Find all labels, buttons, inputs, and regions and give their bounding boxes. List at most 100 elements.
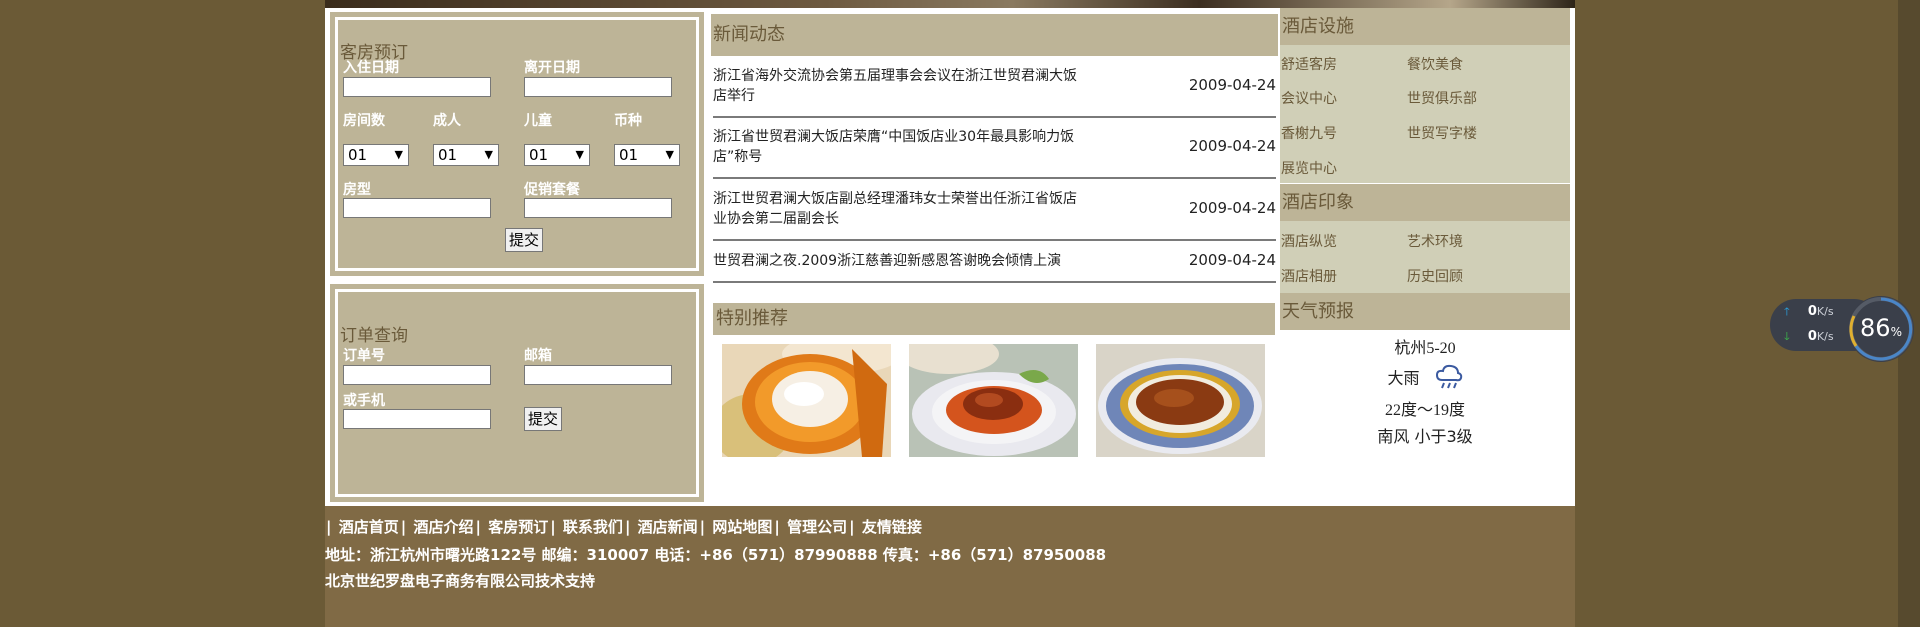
footer-link-contact[interactable]: 联系我们: [563, 518, 623, 536]
checkout-date-input[interactable]: [524, 77, 672, 97]
impression-link[interactable]: 酒店相册: [1281, 266, 1337, 286]
news-date: 2009-04-24: [1188, 199, 1276, 217]
currency-select[interactable]: 01 ▼: [614, 144, 680, 166]
promo-input[interactable]: [524, 198, 672, 218]
chevron-down-icon: ▼: [484, 148, 493, 161]
email-input[interactable]: [524, 365, 672, 385]
adults-select-value: 01: [438, 146, 458, 164]
impression-link[interactable]: 酒店纵览: [1281, 231, 1337, 251]
recommend-photo-soup[interactable]: [1096, 344, 1265, 457]
footer-link-news[interactable]: 酒店新闻: [638, 518, 698, 536]
weather-wind: 南风 小于3级: [1377, 427, 1473, 446]
rooms-select[interactable]: 01 ▼: [343, 144, 409, 166]
chevron-down-icon: ▼: [665, 148, 674, 161]
footer-address: 地址：浙江杭州市曙光路122号 邮编：310007 电话：+86（571）879…: [325, 546, 1107, 564]
usage-gauge: 86%: [1846, 294, 1916, 364]
facility-link[interactable]: 香榭九号: [1281, 123, 1337, 143]
upload-row: 🡑 0K/s: [1784, 303, 1834, 322]
news-item[interactable]: 世贸君澜之夜.2009浙江慈善迎新感恩答谢晚会倾情上演 2009-04-24: [713, 249, 1276, 283]
children-label: 儿童: [524, 113, 552, 129]
impression-link[interactable]: 艺术环境: [1407, 231, 1463, 251]
weather-condition-row: 大雨: [1282, 364, 1568, 394]
order-no-input[interactable]: [343, 365, 491, 385]
news-date: 2009-04-24: [1188, 76, 1276, 94]
facility-link[interactable]: 世贸写字楼: [1407, 123, 1477, 143]
facility-link[interactable]: 世贸俱乐部: [1407, 88, 1477, 108]
footer-separator: |: [624, 518, 631, 536]
chevron-down-icon: ▼: [575, 148, 584, 161]
download-speed: 0: [1807, 329, 1817, 344]
footer-separator: |: [550, 518, 556, 536]
hotel-page: 客房预订 入住日期 离开日期 房间数 成人 儿童 币种 01 ▼ 01 ▼ 01 ▼ …: [325, 0, 1575, 627]
news-title[interactable]: 世贸君澜之夜.2009浙江慈善迎新感恩答谢晚会倾情上演: [713, 251, 1113, 271]
footer-link-booking[interactable]: 客房预订: [488, 518, 548, 536]
order-no-label: 订单号: [343, 348, 385, 364]
recommend-photo-papaya[interactable]: [722, 344, 891, 457]
impression-link[interactable]: 历史回顾: [1407, 266, 1463, 286]
weather-condition: 大雨: [1387, 368, 1420, 388]
footer-link-about[interactable]: 酒店介绍: [413, 518, 473, 536]
upload-arrow-icon: 🡑: [1784, 305, 1790, 318]
news-title[interactable]: 浙江省海外交流协会第五届理事会会议在浙江世贸君澜大饭店举行: [713, 66, 1083, 106]
weather-header: 天气预报: [1280, 293, 1570, 330]
rain-cloud-icon: [1435, 364, 1463, 394]
recommend-header: 特别推荐: [713, 303, 1275, 335]
download-row: 🡓 0K/s: [1784, 328, 1834, 347]
facility-link[interactable]: 舒适客房: [1281, 54, 1337, 74]
rooms-select-value: 01: [348, 146, 368, 164]
facility-link[interactable]: 展览中心: [1281, 158, 1337, 178]
usage-percent-sign: %: [1890, 325, 1902, 339]
footer-support: 北京世纪罗盘电子商务有限公司技术支持: [325, 572, 596, 590]
email-label: 邮箱: [524, 348, 552, 364]
facilities-header: 酒店设施: [1280, 8, 1570, 45]
order-query-panel: 订单查询 订单号 邮箱 或手机 提交: [330, 284, 704, 502]
page-footer: | 酒店首页 | 酒店介绍 | 客房预订 | 联系我们 | 酒店新闻 | 网站地图 | 管理…: [325, 506, 1575, 627]
news-title[interactable]: 浙江省世贸君澜大饭店荣膺“中国饭店业30年最具影响力饭店”称号: [713, 127, 1083, 167]
footer-separator: |: [400, 518, 407, 536]
booking-submit-button[interactable]: 提交: [505, 228, 544, 252]
netspeed-widget[interactable]: 🡑 0K/s 🡓 0K/s 86%: [1770, 294, 1918, 362]
checkout-label: 离开日期: [524, 60, 580, 76]
footer-link-sitemap[interactable]: 网站地图: [712, 518, 772, 536]
upload-speed: 0: [1807, 304, 1817, 319]
order-title: 订单查询: [340, 326, 408, 346]
roomtype-label: 房型: [343, 182, 371, 198]
recommend-photo-abalone[interactable]: [909, 344, 1078, 457]
footer-link-friends[interactable]: 友情链接: [862, 518, 922, 536]
download-arrow-icon: 🡓: [1784, 330, 1790, 343]
footer-separator: |: [849, 518, 855, 536]
room-booking-panel: 客房预订 入住日期 离开日期 房间数 成人 儿童 币种 01 ▼ 01 ▼ 01 ▼ …: [330, 12, 704, 276]
order-submit-button[interactable]: 提交: [524, 407, 563, 431]
news-title[interactable]: 浙江世贸君澜大饭店副总经理潘玮女士荣誉出任浙江省饭店业协会第二届副会长: [713, 189, 1083, 229]
facility-link[interactable]: 会议中心: [1281, 88, 1337, 108]
chevron-down-icon: ▼: [394, 148, 403, 161]
phone-label: 或手机: [343, 393, 385, 409]
rooms-label: 房间数: [343, 113, 385, 129]
weather-city: 杭州5-20: [1394, 340, 1456, 357]
footer-separator: |: [774, 518, 780, 536]
currency-label: 币种: [614, 113, 642, 129]
news-item[interactable]: 浙江省世贸君澜大饭店荣膺“中国饭店业30年最具影响力饭店”称号 2009-04-…: [713, 126, 1276, 179]
weather-temperature: 22度～19度: [1384, 402, 1465, 419]
footer-separator: |: [326, 518, 332, 536]
impression-header: 酒店印象: [1280, 184, 1570, 221]
footer-link-home[interactable]: 酒店首页: [339, 518, 399, 536]
checkin-date-input[interactable]: [343, 77, 491, 97]
adults-select[interactable]: 01 ▼: [433, 144, 499, 166]
roomtype-input[interactable]: [343, 198, 491, 218]
news-date: 2009-04-24: [1188, 251, 1276, 269]
phone-input[interactable]: [343, 409, 491, 429]
footer-links: | 酒店首页 | 酒店介绍 | 客房预订 | 联系我们 | 酒店新闻 | 网站地图 | 管理…: [325, 516, 923, 537]
news-item[interactable]: 浙江省海外交流协会第五届理事会会议在浙江世贸君澜大饭店举行 2009-04-24: [713, 65, 1276, 118]
currency-select-value: 01: [619, 146, 639, 164]
news-header: 新闻动态: [711, 14, 1278, 56]
facility-link[interactable]: 餐饮美食: [1407, 54, 1463, 74]
download-unit: K/s: [1816, 330, 1834, 343]
news-item[interactable]: 浙江世贸君澜大饭店副总经理潘玮女士荣誉出任浙江省饭店业协会第二届副会长 2009…: [713, 188, 1276, 241]
upload-unit: K/s: [1816, 305, 1834, 318]
footer-link-management[interactable]: 管理公司: [787, 518, 847, 536]
adults-label: 成人: [433, 113, 461, 129]
footer-separator: |: [699, 518, 706, 536]
footer-separator: |: [475, 518, 481, 536]
children-select[interactable]: 01 ▼: [524, 144, 590, 166]
